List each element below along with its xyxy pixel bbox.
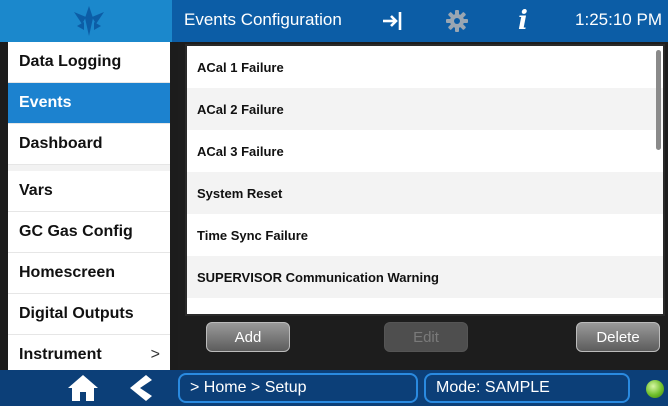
info-button[interactable]: i bbox=[508, 6, 538, 36]
events-list: ACal 1 Failure ACal 2 Failure ACal 3 Fai… bbox=[185, 44, 665, 316]
event-row[interactable]: Time Sync Failure bbox=[187, 214, 663, 256]
add-button[interactable]: Add bbox=[206, 322, 290, 352]
delete-button[interactable]: Delete bbox=[576, 322, 660, 352]
back-button[interactable] bbox=[126, 373, 154, 406]
event-row[interactable]: ACal 1 Failure bbox=[187, 46, 663, 88]
home-button[interactable] bbox=[66, 373, 100, 406]
sidebar-item-events[interactable]: Events bbox=[8, 83, 170, 124]
sidebar: Data Logging Events Dashboard Vars GC Ga… bbox=[8, 42, 170, 376]
event-row[interactable]: ACal 3 Failure bbox=[187, 130, 663, 172]
footer-bar: > Home > Setup Mode: SAMPLE bbox=[0, 370, 668, 406]
gear-icon bbox=[446, 10, 468, 32]
back-icon bbox=[130, 375, 152, 401]
mode-indicator: Mode: SAMPLE bbox=[424, 373, 630, 403]
sidebar-item-homescreen[interactable]: Homescreen bbox=[8, 253, 170, 294]
list-scrollbar[interactable] bbox=[656, 50, 661, 150]
status-led-icon bbox=[646, 380, 664, 398]
sidebar-item-data-logging[interactable]: Data Logging bbox=[8, 42, 170, 83]
sidebar-item-gc-gas-config[interactable]: GC Gas Config bbox=[8, 212, 170, 253]
home-icon bbox=[68, 375, 98, 401]
logo bbox=[0, 0, 172, 42]
sign-out-icon bbox=[383, 12, 402, 30]
logo-icon bbox=[74, 6, 104, 36]
header-bar: Events Configuration i 1:25:10 PM bbox=[0, 0, 668, 42]
event-row[interactable]: SUPERVISOR Communication Warning bbox=[187, 256, 663, 298]
sidebar-item-dashboard[interactable]: Dashboard bbox=[8, 124, 170, 165]
sidebar-item-vars[interactable]: Vars bbox=[8, 171, 170, 212]
event-row[interactable]: System Reset bbox=[187, 172, 663, 214]
page-title: Events Configuration bbox=[184, 10, 342, 29]
chevron-right-icon: > bbox=[150, 346, 160, 363]
events-panel: ACal 1 Failure ACal 2 Failure ACal 3 Fai… bbox=[178, 42, 668, 370]
event-row[interactable]: ACal 2 Failure bbox=[187, 88, 663, 130]
sign-out-button[interactable] bbox=[378, 6, 408, 36]
breadcrumb[interactable]: > Home > Setup bbox=[178, 373, 418, 403]
clock: 1:25:10 PM bbox=[575, 10, 662, 29]
sidebar-item-digital-outputs[interactable]: Digital Outputs bbox=[8, 294, 170, 335]
settings-button[interactable] bbox=[442, 6, 472, 36]
info-icon: i bbox=[518, 6, 528, 36]
edit-button[interactable]: Edit bbox=[384, 322, 468, 352]
